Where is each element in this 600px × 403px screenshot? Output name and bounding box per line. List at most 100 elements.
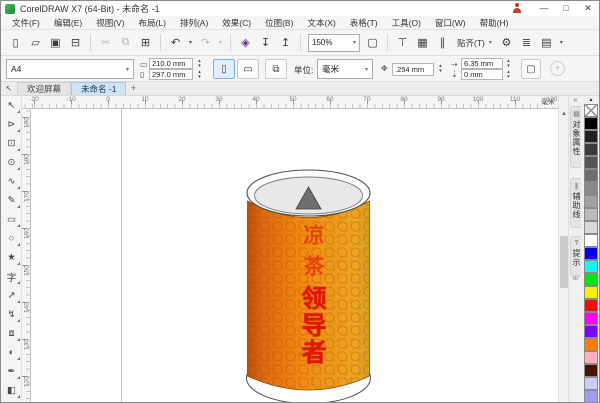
- import-button[interactable]: ↧: [256, 33, 275, 52]
- paste-button[interactable]: ⊞: [136, 33, 155, 52]
- text-tool[interactable]: 字: [1, 267, 22, 286]
- crop-tool[interactable]: ⊡: [1, 134, 22, 153]
- portrait-button[interactable]: ▯: [213, 59, 235, 79]
- polygon-tool[interactable]: ★: [1, 248, 22, 267]
- menu-arrange[interactable]: 排列(A): [173, 16, 215, 30]
- application-launcher-button[interactable]: ▤: [537, 33, 556, 52]
- menu-help[interactable]: 帮助(H): [473, 16, 516, 30]
- duplicate-x-stepper[interactable]: ▲▼: [504, 58, 513, 68]
- treat-as-filled-button[interactable]: ▢: [521, 59, 541, 79]
- nudge-offset-input[interactable]: [392, 63, 434, 76]
- maximize-button[interactable]: □: [555, 1, 577, 16]
- print-button[interactable]: ⊟: [66, 33, 85, 52]
- menu-tools[interactable]: 工具(O): [385, 16, 428, 30]
- cut-button[interactable]: ✂: [96, 33, 115, 52]
- duplicate-x-input[interactable]: [461, 58, 503, 69]
- swatch-90-percent-black[interactable]: [584, 130, 598, 143]
- menu-text[interactable]: 文本(X): [300, 16, 342, 30]
- swatch-70-percent-black[interactable]: [584, 156, 598, 169]
- swatch-dark-brown[interactable]: [584, 364, 598, 377]
- swatch-pale-lavender[interactable]: [584, 377, 598, 390]
- menu-window[interactable]: 窗口(W): [428, 16, 473, 30]
- close-button[interactable]: ✕: [577, 1, 599, 16]
- save-button[interactable]: ▣: [46, 33, 65, 52]
- page-width-stepper[interactable]: ▲▼: [195, 58, 204, 68]
- menu-layout[interactable]: 布局(L): [132, 16, 173, 30]
- page-width-input[interactable]: [149, 58, 193, 69]
- page-size-preset-select[interactable]: A4▾: [6, 59, 134, 79]
- ellipse-tool[interactable]: ○: [1, 229, 22, 248]
- horizontal-ruler[interactable]: 毫米 -20-100102030405060708090100110120130: [23, 96, 558, 109]
- can-label-small[interactable]: 凉茶: [297, 224, 327, 286]
- rectangle-tool[interactable]: ▭: [1, 210, 22, 229]
- palette-scroll-up-icon[interactable]: ▲: [581, 97, 600, 103]
- search-content-button[interactable]: ◈: [236, 33, 255, 52]
- menu-file[interactable]: 文件(F): [5, 16, 47, 30]
- redo-dropdown[interactable]: ▾: [216, 39, 225, 46]
- document-tab[interactable]: 未命名 -1: [71, 82, 126, 95]
- show-grid-button[interactable]: ▦: [413, 33, 432, 52]
- swatch-magenta[interactable]: [584, 312, 598, 325]
- menu-edit[interactable]: 编辑(E): [47, 16, 89, 30]
- document-navigation-icon[interactable]: ↖: [1, 82, 17, 95]
- new-tab-button[interactable]: +: [126, 82, 140, 95]
- show-rulers-button[interactable]: ⊤: [393, 33, 412, 52]
- interactive-fill-tool[interactable]: ◧: [1, 381, 22, 400]
- swatch-no-fill[interactable]: [584, 104, 598, 117]
- options-button[interactable]: ⚙: [497, 33, 516, 52]
- menu-effects[interactable]: 效果(C): [215, 16, 258, 30]
- pick-tool[interactable]: ↖: [1, 96, 22, 115]
- application-launcher-dropdown[interactable]: ▾: [557, 39, 566, 46]
- duplicate-y-stepper[interactable]: ▲▼: [504, 69, 513, 79]
- sign-in-user-icon[interactable]: [511, 3, 523, 14]
- zoom-level-combo[interactable]: 150%▾: [308, 34, 360, 52]
- landscape-button[interactable]: ▭: [237, 59, 259, 79]
- welcome-screen-tab[interactable]: 欢迎屏幕: [17, 82, 71, 95]
- export-button[interactable]: ↥: [276, 33, 295, 52]
- freehand-tool[interactable]: ∿: [1, 172, 22, 191]
- swatch-40-percent-black[interactable]: [584, 195, 598, 208]
- swatch-30-percent-black[interactable]: [584, 208, 598, 221]
- connector-tool[interactable]: ↯: [1, 305, 22, 324]
- drawing-canvas[interactable]: 凉茶 领导者: [31, 109, 558, 403]
- swatch-10-percent-black[interactable]: [584, 221, 598, 234]
- swatch-purple[interactable]: [584, 325, 598, 338]
- swatch-pink[interactable]: [584, 351, 598, 364]
- swatch-red[interactable]: [584, 299, 598, 312]
- shape-tool[interactable]: ⊳: [1, 115, 22, 134]
- artistic-media-tool[interactable]: ✎: [1, 191, 22, 210]
- zoom-tool[interactable]: ⊙: [1, 153, 22, 172]
- copy-button[interactable]: ⧉: [116, 33, 135, 52]
- menu-table[interactable]: 表格(T): [343, 16, 385, 30]
- fullscreen-preview-button[interactable]: ▢: [363, 33, 382, 52]
- parallel-dimension-tool[interactable]: ↗: [1, 286, 22, 305]
- nudge-offset-stepper[interactable]: ▲▼: [436, 63, 445, 73]
- swatch-black[interactable]: [584, 117, 598, 130]
- swatch-light-blue[interactable]: [584, 390, 598, 403]
- drop-shadow-tool[interactable]: ⧈: [1, 324, 22, 343]
- undo-dropdown[interactable]: ▾: [186, 39, 195, 46]
- transparency-tool[interactable]: ◐: [1, 343, 22, 362]
- page-height-stepper[interactable]: ▲▼: [195, 69, 204, 79]
- undo-button[interactable]: ↶: [166, 33, 185, 52]
- redo-button[interactable]: ↷: [196, 33, 215, 52]
- swatch-80-percent-black[interactable]: [584, 143, 598, 156]
- swatch-50-percent-black[interactable]: [584, 182, 598, 195]
- all-pages-button[interactable]: ⧉: [265, 59, 287, 79]
- swatch-green[interactable]: [584, 273, 598, 286]
- scrollbar-thumb[interactable]: [560, 236, 568, 288]
- new-document-button[interactable]: ▯: [6, 33, 25, 52]
- swatch-white[interactable]: [584, 234, 598, 247]
- units-select[interactable]: 毫米▾: [317, 59, 373, 79]
- menu-view[interactable]: 视图(V): [89, 16, 131, 30]
- swatch-blue[interactable]: [584, 247, 598, 260]
- swatch-yellow[interactable]: [584, 286, 598, 299]
- window-borders-button[interactable]: ≣: [517, 33, 536, 52]
- open-button[interactable]: ▱: [26, 33, 45, 52]
- color-eyedropper-tool[interactable]: ✒: [1, 362, 22, 381]
- vertical-ruler[interactable]: 190180170160150140130120: [22, 109, 31, 403]
- swatch-cyan[interactable]: [584, 260, 598, 273]
- vertical-scrollbar[interactable]: ▲: [558, 96, 568, 403]
- minimize-button[interactable]: —: [533, 1, 555, 16]
- page-height-input[interactable]: [149, 69, 193, 80]
